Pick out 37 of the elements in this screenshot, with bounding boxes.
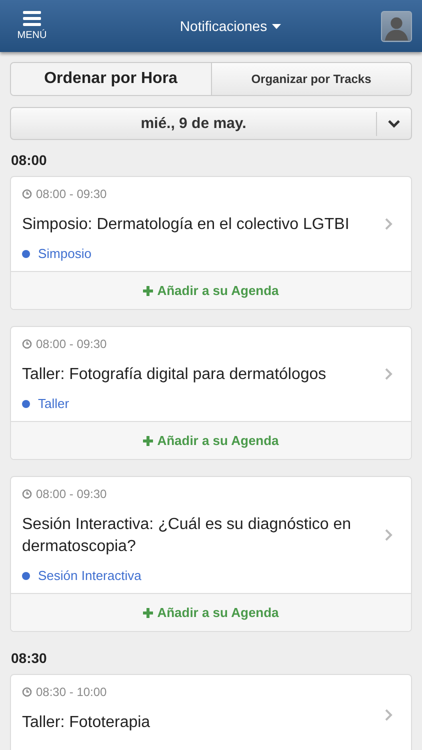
clock-icon: [22, 189, 32, 199]
time-heading: 08:30: [10, 649, 48, 668]
session-card[interactable]: 08:00 - 09:30 Simposio: Dermatología en el colectivo LGTBI Simposio Añadir a su Agenda: [10, 176, 412, 310]
chevron-right-icon: [385, 368, 393, 380]
menu-icon: [23, 11, 41, 26]
session-card[interactable]: 08:30 - 10:00 Taller: Fototerapia: [10, 674, 412, 750]
chevron-right-icon: [385, 529, 393, 541]
notifications-dropdown[interactable]: Notificaciones: [180, 18, 282, 34]
session-card[interactable]: 08:00 - 09:30 Taller: Fotografía digital para dermatólogos Taller Añadir a su Agenda: [10, 326, 412, 460]
plus-icon: [143, 436, 154, 446]
session-time: 08:00 - 09:30: [36, 187, 107, 201]
session-time: 08:00 - 09:30: [36, 337, 107, 351]
tab[interactable]: Ordenar por Hora: [11, 63, 210, 95]
track-label: Taller: [38, 396, 70, 411]
chevron-down-icon: [388, 120, 400, 128]
session-card[interactable]: 08:00 - 09:30 Sesión Interactiva: ¿Cuál es su diagnóstico en dermatoscopia? Sesión Interactiva Añadir a su Agenda: [10, 476, 412, 632]
clock-icon: [22, 687, 32, 697]
caret-icon: [272, 24, 282, 28]
clock-icon: [22, 339, 32, 349]
chevron-right-icon: [385, 708, 393, 720]
session-title: Sesión Interactiva: ¿Cuál es su diagnóstico en dermatoscopia?: [22, 515, 352, 557]
profile-button[interactable]: [381, 10, 412, 42]
time-heading: 08:00: [10, 151, 48, 170]
session-time: 08:00 - 09:30: [36, 487, 107, 501]
tab[interactable]: Organizar por Tracks: [210, 63, 411, 95]
chevron-right-icon: [385, 218, 393, 230]
date-select[interactable]: mié., 9 de may.: [10, 107, 412, 140]
clock-icon: [22, 489, 32, 499]
plus-icon: [143, 286, 154, 296]
session-title: Taller: Fotografía digital para dermatólogos: [22, 365, 328, 385]
session-title: Simposio: Dermatología en el colectivo LGTBI: [22, 215, 350, 235]
track-label: Simposio: [38, 246, 92, 261]
menu-button[interactable]: MENÚ: [14, 11, 50, 41]
session-time: 08:30 - 10:00: [36, 685, 107, 699]
plus-icon: [143, 608, 154, 618]
track-label: Sesión Interactiva: [38, 568, 142, 583]
session-title: Taller: Fototerapia: [22, 713, 152, 733]
